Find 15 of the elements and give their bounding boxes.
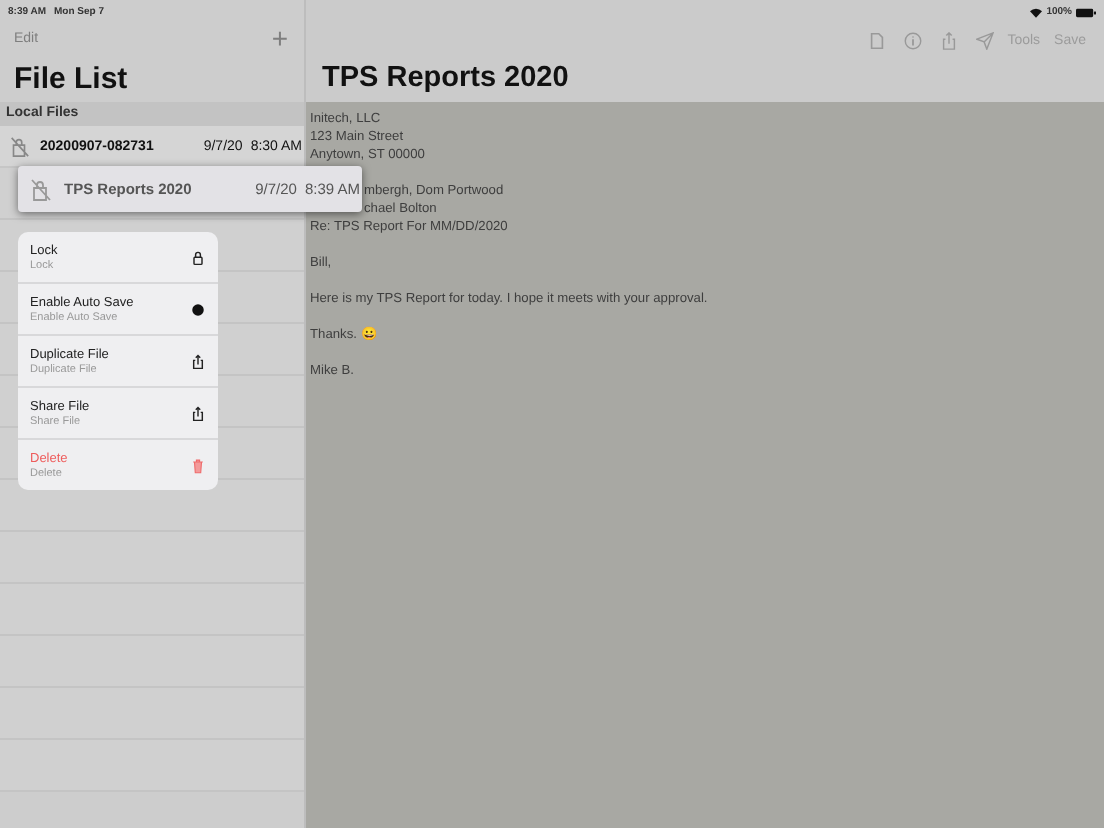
battery-icon <box>1076 7 1096 17</box>
lock-icon <box>190 249 206 265</box>
share-icon <box>190 353 206 369</box>
share-icon <box>190 405 206 421</box>
trash-icon <box>190 457 206 473</box>
file-lock-icon <box>8 135 30 157</box>
document-icon[interactable] <box>867 31 886 49</box>
document-title: TPS Reports 2020 <box>320 60 571 98</box>
share-icon[interactable] <box>939 31 958 49</box>
file-lock-icon <box>28 177 52 201</box>
wifi-icon <box>1030 7 1043 17</box>
send-icon[interactable] <box>975 31 994 49</box>
info-icon[interactable] <box>903 31 922 49</box>
sidebar-title: File List <box>12 60 130 100</box>
filled-circle-icon <box>190 301 206 317</box>
